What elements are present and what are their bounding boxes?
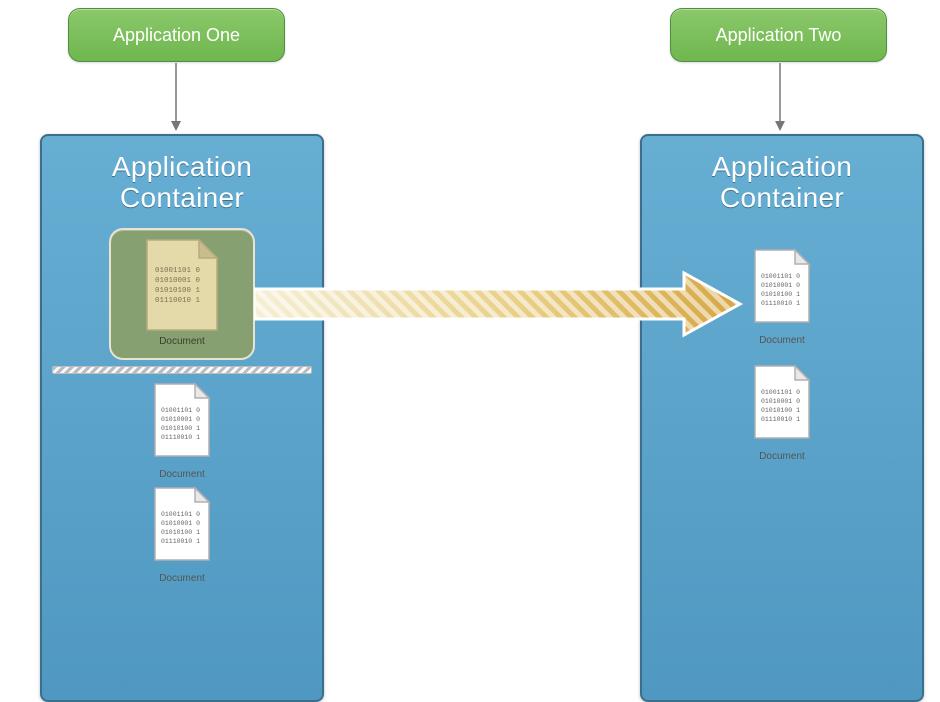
svg-text:01010001 0: 01010001 0 (761, 398, 800, 405)
document-icon: 01001101 0 01010001 0 01010100 1 0111001… (751, 248, 813, 326)
arrow-app2-to-container (774, 63, 786, 138)
svg-text:01010100 1: 01010100 1 (155, 287, 201, 295)
container-one: Application Container 01001101 0 0101000… (40, 134, 324, 702)
svg-text:01010100 1: 01010100 1 (161, 529, 200, 536)
svg-text:01010100 1: 01010100 1 (761, 291, 800, 298)
svg-text:01001101 0: 01001101 0 (155, 267, 201, 275)
app-two-box: Application Two (670, 8, 887, 62)
svg-text:01110010 1: 01110010 1 (761, 416, 800, 423)
document-icon: 01001101 0 01010001 0 01010100 1 0111001… (151, 382, 213, 460)
document-caption: Document (132, 469, 232, 480)
svg-text:01001101 0: 01001101 0 (761, 389, 800, 396)
container-two-doc-1: 01001101 0 01010001 0 01010100 1 0111001… (732, 248, 832, 346)
document-icon: 01001101 0 01010001 0 01010100 1 0111001… (151, 486, 213, 564)
document-caption: Document (132, 573, 232, 584)
svg-text:01110010 1: 01110010 1 (761, 300, 800, 307)
container-one-doc-2: 01001101 0 01010001 0 01010100 1 0111001… (132, 382, 232, 480)
document-caption: Document (732, 335, 832, 346)
svg-text:01001101 0: 01001101 0 (761, 273, 800, 280)
svg-text:01001101 0: 01001101 0 (161, 407, 200, 414)
diagram-stage: Application One Application Two Applicat… (0, 0, 940, 695)
svg-text:01010001 0: 01010001 0 (155, 277, 201, 285)
app-one-label: Application One (113, 25, 240, 45)
divider-hatch (52, 366, 312, 374)
container-one-title: Application Container (50, 152, 314, 214)
container-two: Application Container 01001101 0 0101000… (640, 134, 924, 702)
document-caption: Document (159, 336, 205, 347)
svg-text:01010100 1: 01010100 1 (161, 425, 200, 432)
arrow-app1-to-container (170, 63, 182, 138)
app-two-label: Application Two (716, 25, 842, 45)
document-caption: Document (732, 451, 832, 462)
document-icon: 01001101 0 01010001 0 01010100 1 0111001… (751, 364, 813, 442)
svg-text:01110010 1: 01110010 1 (161, 434, 200, 441)
document-icon: 01001101 0 01010001 0 01010100 1 0111001… (143, 238, 221, 334)
container-two-doc-2: 01001101 0 01010001 0 01010100 1 0111001… (732, 364, 832, 462)
app-one-box: Application One (68, 8, 285, 62)
svg-text:01010001 0: 01010001 0 (161, 416, 200, 423)
container-two-title: Application Container (650, 152, 914, 214)
highlighted-document: 01001101 0 01010001 0 01010100 1 0111001… (109, 228, 255, 360)
svg-text:01010100 1: 01010100 1 (761, 407, 800, 414)
svg-text:01110010 1: 01110010 1 (155, 297, 201, 305)
svg-text:01110010 1: 01110010 1 (161, 538, 200, 545)
svg-text:01001101 0: 01001101 0 (161, 511, 200, 518)
svg-text:01010001 0: 01010001 0 (761, 282, 800, 289)
container-one-doc-3: 01001101 0 01010001 0 01010100 1 0111001… (132, 486, 232, 584)
svg-text:01010001 0: 01010001 0 (161, 520, 200, 527)
